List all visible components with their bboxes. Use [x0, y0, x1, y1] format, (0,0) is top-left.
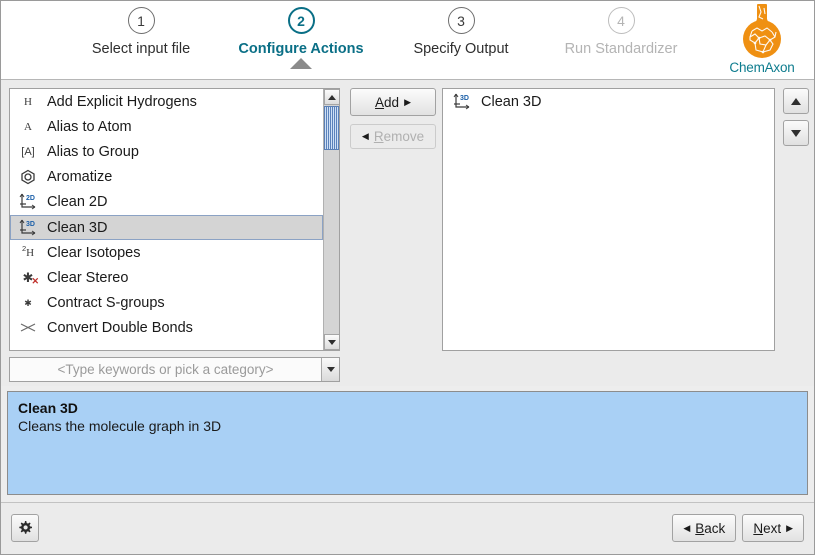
- clean-3d-axes-icon: 3D: [451, 92, 473, 112]
- active-step-pointer-icon: [290, 58, 312, 69]
- wizard-steps: 1 Select input file 2 Configure Actions …: [61, 7, 701, 79]
- arrow-right-icon: ▶: [786, 523, 793, 534]
- wizard-footer: ◀ Back Next ▶: [1, 502, 814, 554]
- scrollbar-down-button[interactable]: [324, 334, 340, 350]
- list-item-label: Add Explicit Hydrogens: [47, 94, 197, 110]
- arrow-right-icon: ▶: [404, 97, 411, 108]
- wizard-step-4: 4 Run Standardizer: [541, 7, 701, 57]
- list-item-label: Aromatize: [47, 169, 112, 185]
- step-1-label: Select input file: [92, 41, 190, 57]
- wizard-step-1[interactable]: 1 Select input file: [61, 7, 221, 57]
- triangle-down-icon: [328, 340, 336, 345]
- transfer-buttons: Add ▶ ◀ Remove: [350, 88, 436, 149]
- wizard-step-3[interactable]: 3 Specify Output: [381, 7, 541, 57]
- step-1-number: 1: [128, 7, 155, 34]
- list-item-clear-isotopes[interactable]: 2H Clear Isotopes: [10, 240, 323, 265]
- arrow-left-icon: ◀: [683, 523, 690, 534]
- wizard-nav-buttons: ◀ Back Next ▶: [672, 514, 804, 542]
- alias-group-icon: [A]: [17, 142, 39, 162]
- available-actions-list[interactable]: H Add Explicit Hydrogens A Alias to Atom…: [9, 88, 340, 351]
- triangle-up-icon: [791, 98, 801, 105]
- settings-button[interactable]: [11, 514, 39, 542]
- list-item-clean-3d[interactable]: 3D Clean 3D: [10, 215, 323, 240]
- step-2-label: Configure Actions: [238, 41, 363, 57]
- remove-button: ◀ Remove: [350, 124, 436, 149]
- svg-text:3D: 3D: [460, 95, 469, 102]
- clear-isotopes-icon: 2H: [17, 243, 39, 263]
- list-item-alias-to-atom[interactable]: A Alias to Atom: [10, 114, 323, 139]
- move-down-button[interactable]: [783, 120, 809, 146]
- scrollbar-up-button[interactable]: [324, 89, 340, 105]
- selected-action-label: Clean 3D: [481, 94, 541, 110]
- list-item-clean-2d[interactable]: 2D Clean 2D: [10, 190, 323, 215]
- standardizer-wizard-window: 1 Select input file 2 Configure Actions …: [0, 0, 815, 555]
- svg-text:3D: 3D: [26, 221, 35, 228]
- clear-stereo-icon: ✱✕: [17, 268, 39, 288]
- action-description-body: Cleans the molecule graph in 3D: [18, 418, 797, 434]
- step-3-number: 3: [448, 7, 475, 34]
- configure-actions-work-area: H Add Explicit Hydrogens A Alias to Atom…: [1, 80, 814, 386]
- chemaxon-logo: ChemAxon: [716, 3, 808, 79]
- arrow-left-icon: ◀: [362, 131, 369, 142]
- back-button[interactable]: ◀ Back: [672, 514, 736, 542]
- wizard-step-2[interactable]: 2 Configure Actions: [221, 7, 381, 57]
- list-item-aromatize[interactable]: Aromatize: [10, 165, 323, 190]
- list-item-contract-s-groups[interactable]: ✱ Contract S-groups: [10, 291, 323, 316]
- back-button-mnemonic: B: [695, 521, 704, 536]
- step-4-label: Run Standardizer: [565, 41, 678, 57]
- selected-actions-list[interactable]: 3D Clean 3D: [442, 88, 775, 351]
- action-description-title: Clean 3D: [18, 400, 797, 416]
- add-button-mnemonic: A: [375, 95, 384, 110]
- remove-button-mnemonic: R: [374, 129, 384, 144]
- add-button[interactable]: Add ▶: [350, 88, 436, 116]
- list-item-label: Clear Stereo: [47, 270, 128, 286]
- list-item-label: Contract S-groups: [47, 295, 165, 311]
- wizard-header: 1 Select input file 2 Configure Actions …: [1, 1, 814, 80]
- step-4-number: 4: [608, 7, 635, 34]
- category-filter-combobox[interactable]: <Type keywords or pick a category>: [9, 357, 340, 382]
- available-actions-scrollbar[interactable]: [323, 89, 339, 350]
- move-up-button[interactable]: [783, 88, 809, 114]
- available-actions-list-inner: H Add Explicit Hydrogens A Alias to Atom…: [10, 89, 323, 350]
- next-button-mnemonic: N: [753, 521, 763, 536]
- gear-icon: [17, 520, 33, 536]
- list-item-label: Convert Double Bonds: [47, 320, 193, 336]
- step-2-number: 2: [288, 7, 315, 34]
- chemaxon-logo-text: ChemAxon: [729, 60, 794, 75]
- list-item-alias-to-group[interactable]: [A] Alias to Group: [10, 139, 323, 164]
- list-item-clear-stereo[interactable]: ✱✕ Clear Stereo: [10, 265, 323, 290]
- list-item-label: Alias to Atom: [47, 119, 132, 135]
- clean-3d-axes-icon: 3D: [17, 218, 39, 238]
- contract-sgroups-icon: ✱: [17, 293, 39, 313]
- list-item-label: Clean 3D: [47, 220, 107, 236]
- convert-double-bonds-icon: [17, 318, 39, 338]
- chemaxon-flask-icon: [732, 3, 792, 61]
- clean-2d-axes-icon: 2D: [17, 192, 39, 212]
- next-button[interactable]: Next ▶: [742, 514, 804, 542]
- svg-text:2D: 2D: [26, 195, 35, 202]
- list-item-convert-double-bonds[interactable]: Convert Double Bonds: [10, 316, 323, 341]
- scrollbar-thumb[interactable]: [324, 106, 340, 150]
- action-description-panel: Clean 3D Cleans the molecule graph in 3D: [7, 391, 808, 495]
- list-item-label: Clean 2D: [47, 194, 107, 210]
- hydrogen-atom-icon: H: [17, 92, 39, 112]
- aromatize-ring-icon: [17, 167, 39, 187]
- reorder-buttons: [783, 88, 809, 152]
- triangle-down-icon: [791, 130, 801, 137]
- list-item-add-explicit-hydrogens[interactable]: H Add Explicit Hydrogens: [10, 89, 323, 114]
- selected-action-row[interactable]: 3D Clean 3D: [443, 89, 774, 114]
- chevron-down-icon[interactable]: [321, 358, 339, 381]
- alias-atom-icon: A: [17, 117, 39, 137]
- category-filter-placeholder: <Type keywords or pick a category>: [10, 362, 321, 377]
- list-item-label: Clear Isotopes: [47, 245, 141, 261]
- step-3-label: Specify Output: [413, 41, 508, 57]
- triangle-up-icon: [328, 95, 336, 100]
- list-item-label: Alias to Group: [47, 144, 139, 160]
